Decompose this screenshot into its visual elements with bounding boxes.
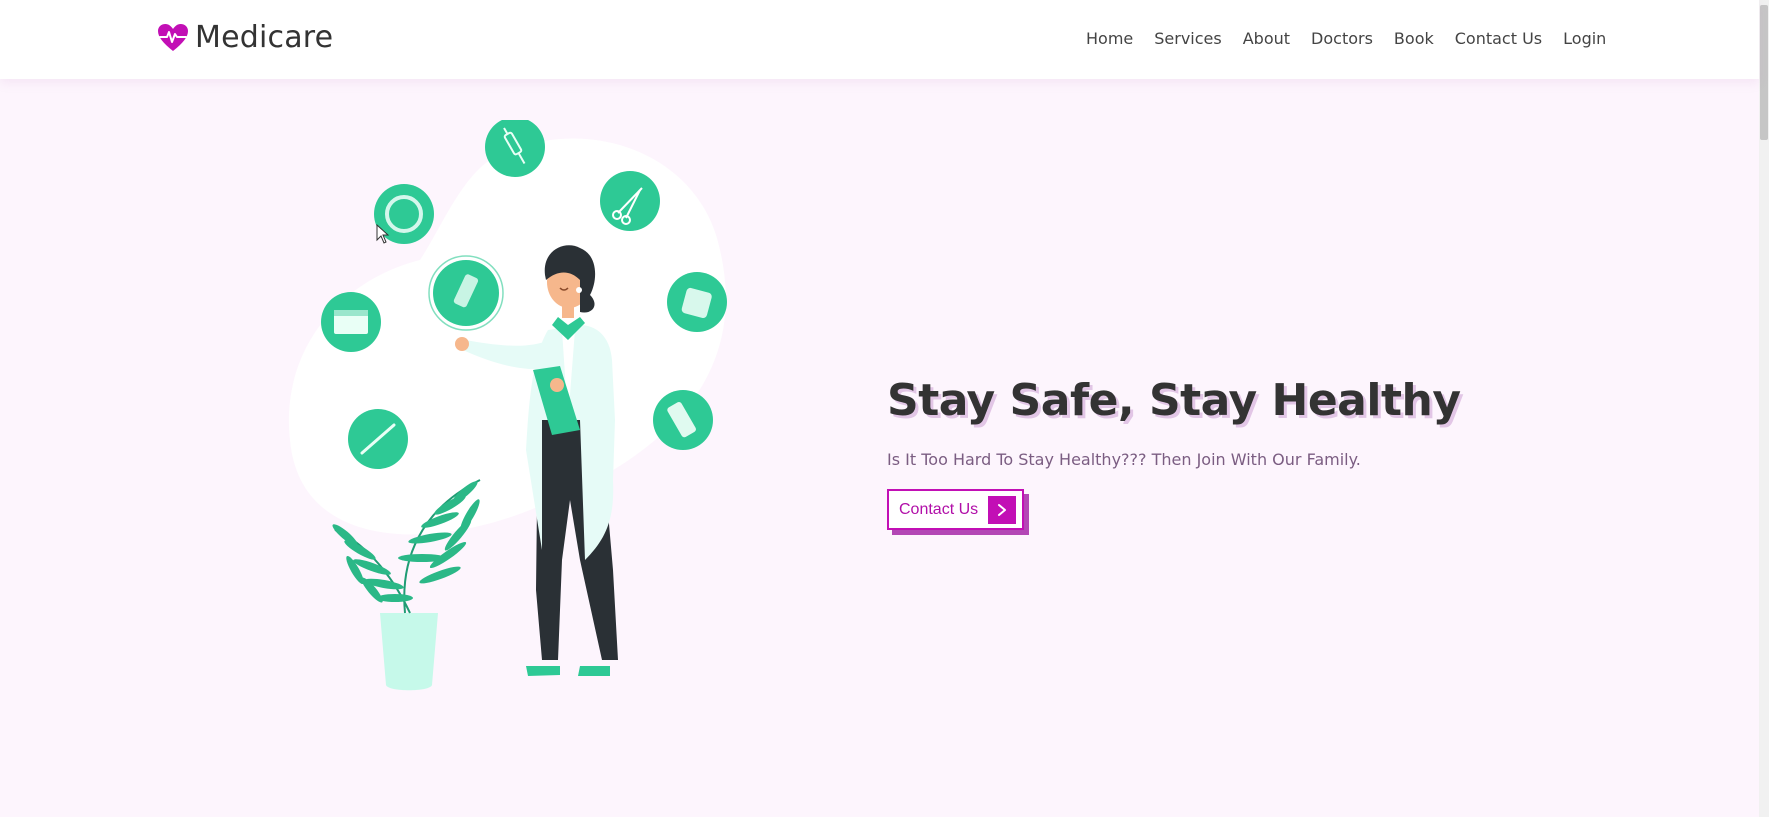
hero-illustration xyxy=(280,117,800,700)
chevron-right-icon xyxy=(988,495,1017,524)
scissors-bubble-icon xyxy=(600,171,660,231)
nav-home[interactable]: Home xyxy=(1086,29,1133,48)
scrollbar-thumb[interactable] xyxy=(1760,5,1768,140)
hero-section: Stay Safe, Stay Healthy Is It Too Hard T… xyxy=(887,375,1461,530)
main-nav: Home Services About Doctors Book Contact… xyxy=(1086,29,1627,48)
nav-about[interactable]: About xyxy=(1243,29,1290,48)
contact-us-label: Contact Us xyxy=(899,500,979,518)
mouse-cursor-icon xyxy=(376,223,390,244)
nav-login[interactable]: Login xyxy=(1563,29,1606,48)
card-bubble-icon xyxy=(321,292,381,352)
nav-services[interactable]: Services xyxy=(1154,29,1221,48)
nav-doctors[interactable]: Doctors xyxy=(1311,29,1373,48)
contact-us-button[interactable]: Contact Us xyxy=(887,489,1025,530)
site-header: Medicare Home Services About Doctors Boo… xyxy=(0,0,1759,79)
pill-bubble-icon xyxy=(653,390,713,450)
nav-book[interactable]: Book xyxy=(1394,29,1434,48)
nav-contact-us[interactable]: Contact Us xyxy=(1455,29,1542,48)
brand-logo[interactable]: Medicare xyxy=(157,20,333,55)
bottle-bubble-icon xyxy=(428,255,504,331)
hero-subtitle: Is It Too Hard To Stay Healthy??? Then J… xyxy=(887,450,1361,469)
heart-pulse-icon xyxy=(157,23,189,53)
brand-name: Medicare xyxy=(195,20,334,55)
page-scrollbar[interactable] xyxy=(1759,0,1769,817)
bandage-bubble-icon xyxy=(667,272,727,332)
hero-title: Stay Safe, Stay Healthy xyxy=(887,375,1461,426)
thermometer-bubble-icon xyxy=(348,409,408,469)
